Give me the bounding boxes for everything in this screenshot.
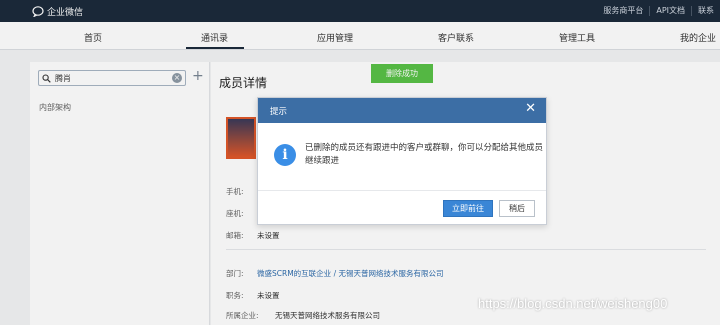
go-now-button[interactable]: 立即前往 xyxy=(443,200,493,217)
info-icon: i xyxy=(274,144,296,166)
dialog-title: 提示 xyxy=(270,107,288,117)
later-button[interactable]: 稍后 xyxy=(499,200,535,217)
dialog-header: 提示 ✕ xyxy=(258,98,546,123)
dialog-divider xyxy=(258,190,546,191)
watermark: https://blog.csdn.net/weisheng00 xyxy=(478,296,668,311)
dialog-message: 已删除的成员还有跟进中的客户或群聊，你可以分配给其他成员继续跟进 xyxy=(305,143,544,166)
prompt-dialog: 提示 ✕ i 已删除的成员还有跟进中的客户或群聊，你可以分配给其他成员继续跟进 … xyxy=(257,97,547,225)
close-icon[interactable]: ✕ xyxy=(525,102,536,116)
